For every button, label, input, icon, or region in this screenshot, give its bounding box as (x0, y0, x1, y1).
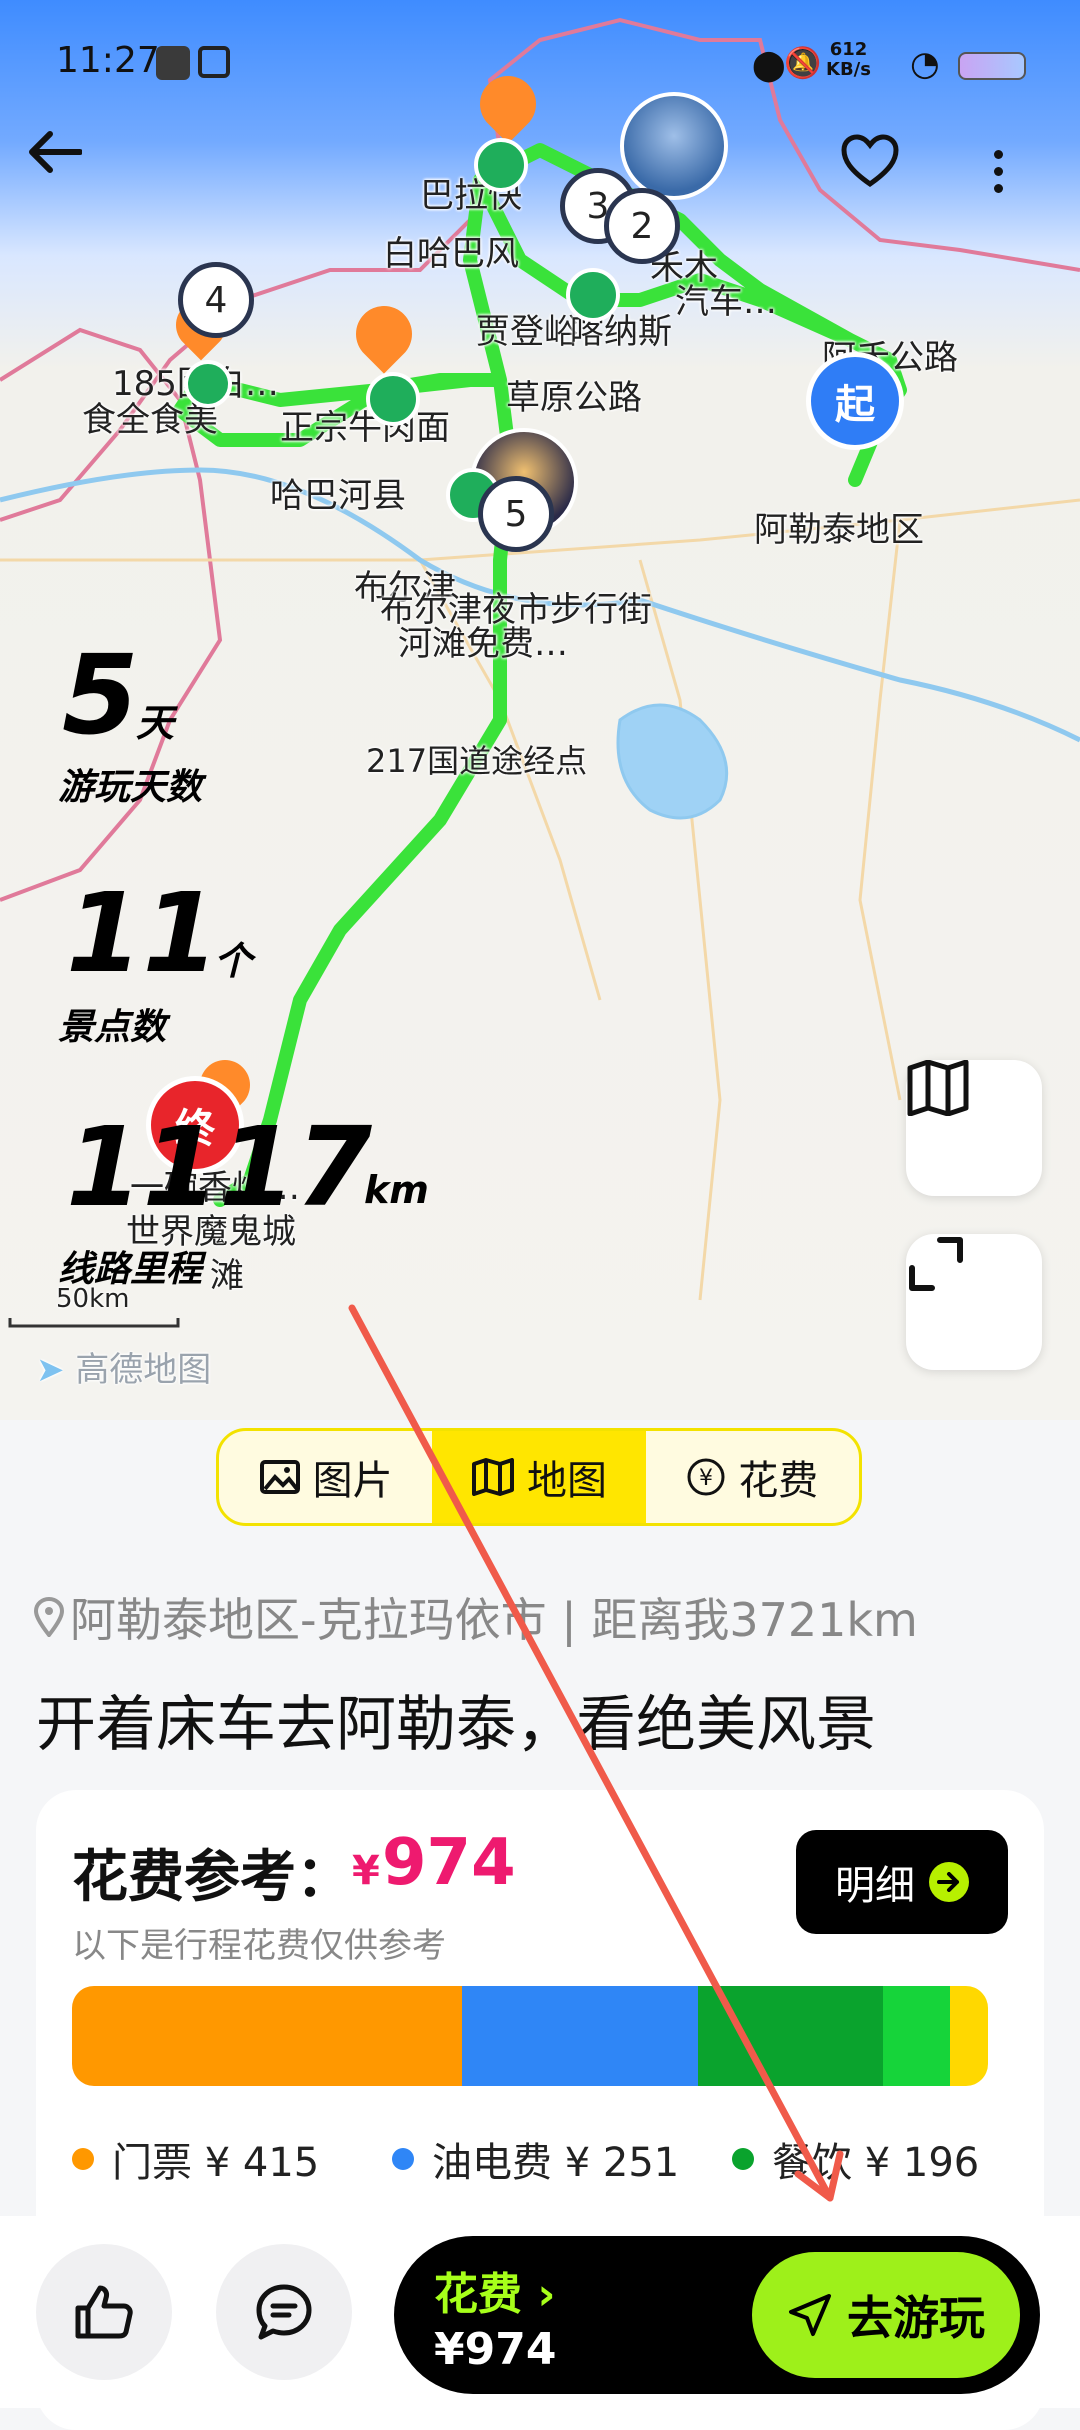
annotation-arrow (348, 1304, 844, 2202)
